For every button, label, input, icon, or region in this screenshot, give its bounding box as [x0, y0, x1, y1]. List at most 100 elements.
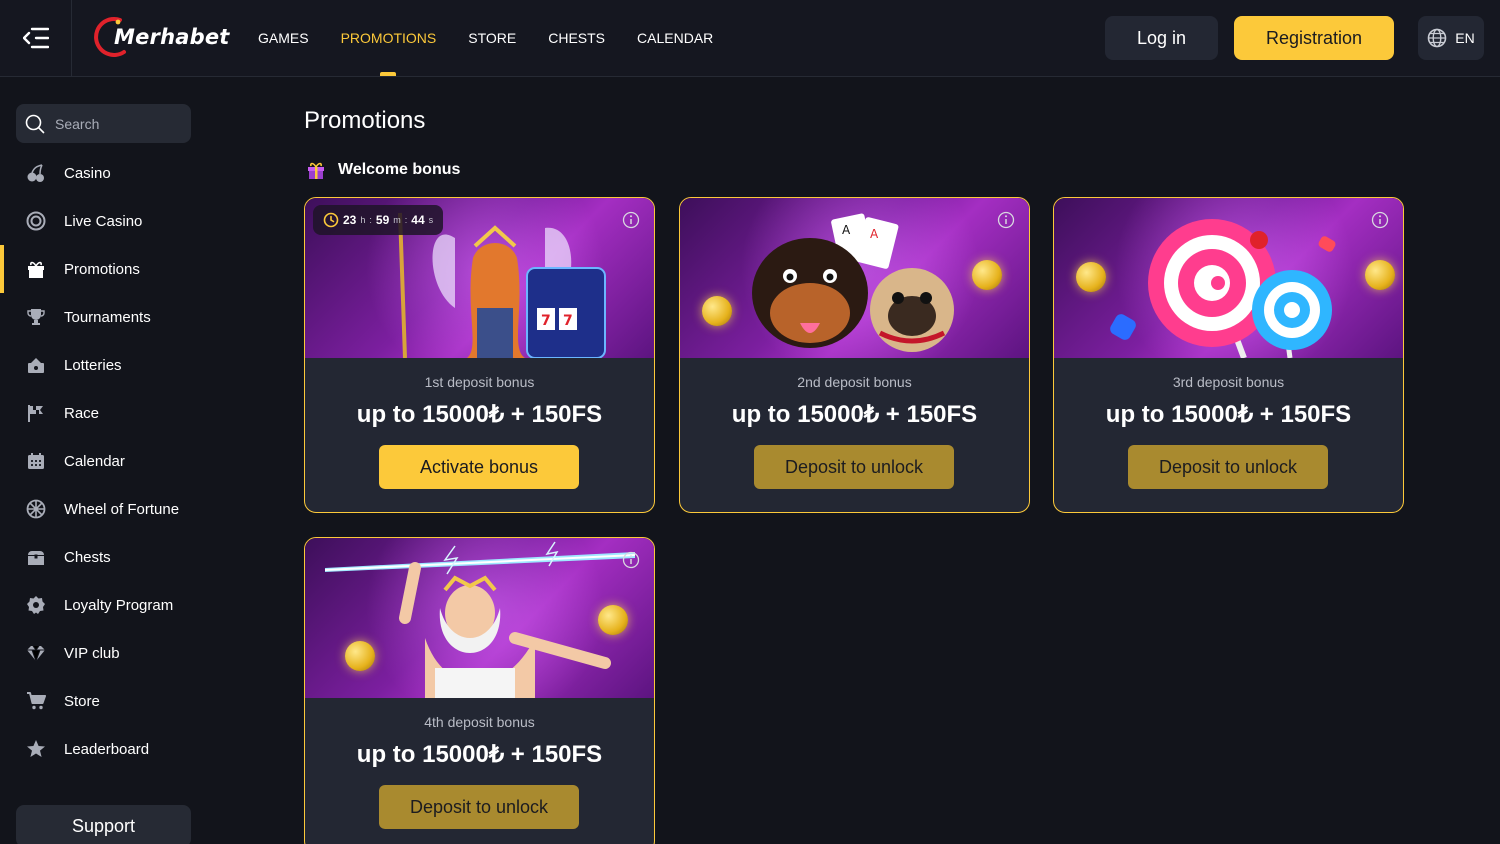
info-icon[interactable] — [1371, 211, 1389, 229]
section-title: Welcome bonus — [306, 160, 460, 180]
language-selector[interactable]: EN — [1418, 16, 1484, 60]
sidebar-item-loyalty-program[interactable]: Loyalty Program — [0, 581, 210, 629]
diamond-icon — [26, 643, 46, 663]
bonus-subtitle: 2nd deposit bonus — [797, 374, 912, 390]
coin-icon — [598, 605, 628, 635]
sidebar-item-label: Loyalty Program — [64, 596, 174, 614]
countdown-timer: 23 h : 59 m : 44 s — [313, 205, 444, 235]
bonus-card-1: 7 7 23 h : 59 m : 44 s 1st deposit bonus up… — [304, 197, 655, 513]
search-input[interactable]: Search — [16, 104, 191, 143]
timer-hours: 23 — [343, 213, 357, 227]
star-icon — [26, 739, 46, 759]
deposit-to-unlock-button[interactable]: Deposit to unlock — [754, 445, 954, 489]
nav-promotions[interactable]: PROMOTIONS — [341, 0, 436, 76]
lottery-icon — [26, 355, 46, 375]
language-code: EN — [1455, 30, 1475, 46]
section-title-text: Welcome bonus — [338, 161, 461, 178]
info-icon[interactable] — [622, 211, 640, 229]
sidebar: Search Casino Live Casino Promotions Tou… — [0, 77, 210, 844]
sidebar-item-label: Casino — [64, 164, 111, 182]
sidebar-item-label: Wheel of Fortune — [64, 500, 180, 518]
cherries-icon — [26, 163, 46, 183]
sidebar-item-lotteries[interactable]: Lotteries — [0, 341, 210, 389]
info-icon[interactable] — [997, 211, 1015, 229]
svg-text:A: A — [842, 223, 851, 237]
sidebar-item-promotions[interactable]: Promotions — [0, 245, 210, 293]
globe-icon — [1427, 28, 1447, 48]
nav-games[interactable]: GAMES — [258, 0, 309, 76]
sidebar-item-label: Promotions — [64, 260, 140, 278]
sidebar-item-calendar[interactable]: Calendar — [0, 437, 210, 485]
bonus-card-3: 3rd deposit bonus up to 15000₺ + 150FS D… — [1053, 197, 1404, 513]
sidebar-item-live-casino[interactable]: Live Casino — [0, 197, 210, 245]
sidebar-item-casino[interactable]: Casino — [0, 149, 210, 197]
bonus-card-image — [1054, 198, 1403, 358]
deposit-to-unlock-button[interactable]: Deposit to unlock — [379, 785, 579, 829]
gift-icon — [26, 259, 46, 279]
coin-icon — [702, 296, 732, 326]
chip-icon — [26, 211, 46, 231]
sidebar-item-race[interactable]: Race — [0, 389, 210, 437]
sidebar-item-label: Tournaments — [64, 308, 151, 326]
lollipop-candy-illustration — [1110, 219, 1336, 358]
sidebar-item-label: Calendar — [64, 452, 125, 470]
bonus-amount: up to 15000₺ + 150FS — [356, 741, 603, 768]
trophy-icon — [26, 307, 46, 327]
bonus-card-image — [305, 538, 654, 698]
sidebar-item-chests[interactable]: Chests — [0, 533, 210, 581]
menu-toggle-button[interactable] — [0, 0, 72, 76]
timer-minutes: 59 — [375, 213, 390, 227]
sidebar-item-label: Lotteries — [64, 356, 122, 374]
bonus-subtitle: 4th deposit bonus — [424, 714, 535, 730]
logo-text: Merhabet — [114, 25, 230, 49]
bonus-card-image: A A — [680, 198, 1029, 358]
clock-icon — [323, 212, 339, 228]
activate-bonus-button[interactable]: Activate bonus — [379, 445, 579, 489]
top-header: Merhabet GAMES PROMOTIONS STORE CHESTS C… — [0, 0, 1500, 77]
bonus-amount: up to 15000₺ + 150FS — [731, 401, 978, 428]
calendar-icon — [26, 451, 46, 471]
sidebar-item-label: Chests — [64, 548, 111, 566]
info-icon[interactable] — [622, 551, 640, 569]
nav-store[interactable]: STORE — [468, 0, 516, 76]
sidebar-item-leaderboard[interactable]: Leaderboard — [0, 725, 210, 773]
sidebar-item-label: VIP club — [64, 644, 120, 662]
cart-icon — [26, 691, 46, 711]
coin-icon — [345, 641, 375, 671]
flag-icon — [26, 403, 46, 423]
timer-seconds: 44 — [411, 213, 425, 227]
site-logo[interactable]: Merhabet — [94, 16, 230, 58]
registration-button[interactable]: Registration — [1234, 16, 1394, 60]
sidebar-item-store[interactable]: Store — [0, 677, 210, 725]
main-nav: GAMES PROMOTIONS STORE CHESTS CALENDAR — [258, 0, 713, 76]
gift-box-icon — [308, 162, 324, 179]
sidebar-item-label: Live Casino — [64, 212, 143, 230]
sidebar-item-vip-club[interactable]: VIP club — [0, 629, 210, 677]
login-button[interactable]: Log in — [1105, 16, 1218, 60]
chest-icon — [26, 547, 46, 567]
sidebar-item-tournaments[interactable]: Tournaments — [0, 293, 210, 341]
svg-text:7: 7 — [541, 313, 551, 329]
bonus-card-2: A A 2nd deposit bonus up to 15000₺ + 150… — [679, 197, 1030, 513]
coin-icon — [1365, 260, 1395, 290]
nav-chests[interactable]: CHESTS — [548, 0, 605, 76]
sidebar-item-label: Store — [64, 692, 100, 710]
coin-icon — [972, 260, 1002, 290]
svg-text:A: A — [870, 227, 879, 241]
svg-text:7: 7 — [563, 313, 573, 329]
nav-calendar[interactable]: CALENDAR — [637, 0, 713, 76]
sidebar-item-label: Race — [64, 404, 100, 422]
wheel-icon — [26, 499, 46, 519]
deposit-to-unlock-button[interactable]: Deposit to unlock — [1128, 445, 1328, 489]
bonus-subtitle: 1st deposit bonus — [424, 374, 535, 390]
bonus-amount: up to 15000₺ + 150FS — [356, 401, 603, 428]
coin-icon — [1076, 262, 1106, 292]
menu-collapse-icon — [22, 27, 49, 49]
badge-icon — [26, 595, 46, 615]
support-button[interactable]: Support — [16, 805, 191, 844]
bonus-card-4: 4th deposit bonus up to 15000₺ + 150FS D… — [304, 537, 655, 844]
bonus-subtitle: 3rd deposit bonus — [1172, 374, 1285, 390]
bonus-card-image: 7 7 23 h : 59 m : 44 s — [305, 198, 654, 358]
search-icon — [25, 114, 45, 133]
sidebar-item-wheel-of-fortune[interactable]: Wheel of Fortune — [0, 485, 210, 533]
